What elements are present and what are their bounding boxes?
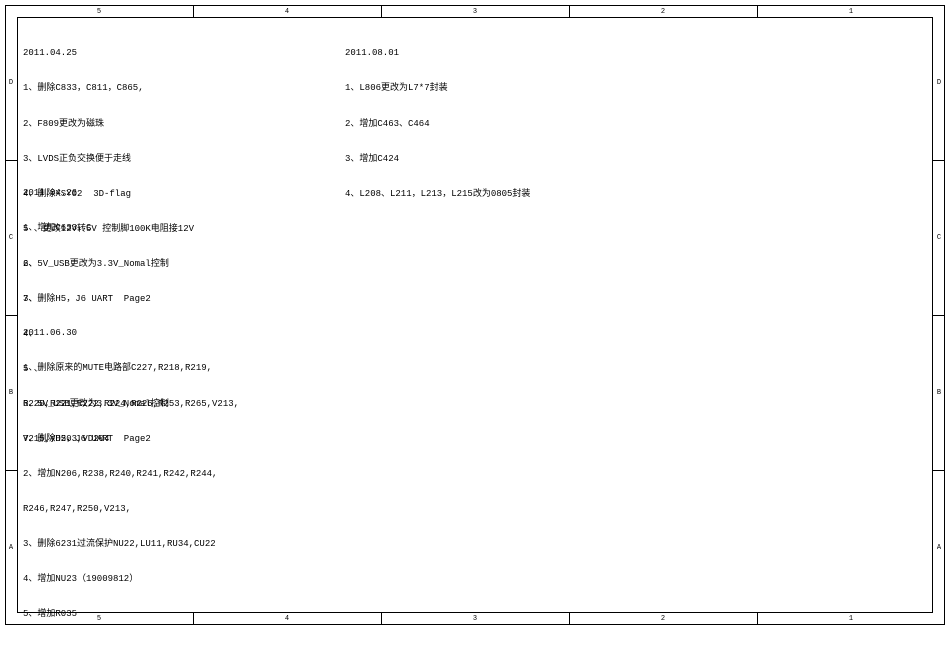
ruler-col-4-bot: 4 xyxy=(277,615,297,623)
rev1-item: 1、删除C833，C811，C865, xyxy=(23,83,194,95)
revision-block-4: 2011.08.01 1、L806更改为L7*7封装 2、增加C463、C464… xyxy=(345,25,530,224)
schematic-sheet: 5 4 3 2 1 5 4 3 2 1 D C B A D C B A 2011… xyxy=(5,5,945,625)
rev1-item: 2、F809更改为磁珠 xyxy=(23,119,194,131)
rev2-item: 2、 xyxy=(23,259,169,271)
rev3-item: 5、增加R035 xyxy=(23,609,239,621)
rev1-date: 2011.04.25 xyxy=(23,48,194,60)
ruler-row-d-right: D xyxy=(933,79,945,89)
rev4-item: 4、L208、L211，L213，L215改为0805封装 xyxy=(345,189,530,201)
rev3-date: 2011.06.30 xyxy=(23,328,239,340)
rev2-item: 1、增加C633，C xyxy=(23,223,169,235)
ruler-row-c-left: C xyxy=(5,234,17,244)
rev4-item: 3、增加C424 xyxy=(345,154,530,166)
rev4-date: 2011.08.01 xyxy=(345,48,530,60)
rev1-item: 3、LVDS正负交换便于走线 xyxy=(23,154,194,166)
ruler-col-3-top: 3 xyxy=(465,8,485,16)
rev3-item: R246,R247,R250,V213, xyxy=(23,504,239,516)
ruler-row-a-left: A xyxy=(5,544,17,554)
ruler-col-2-top: 2 xyxy=(653,8,673,16)
rev2-item: 3、 xyxy=(23,294,169,306)
ruler-col-4-top: 4 xyxy=(277,8,297,16)
rev3-item: 1、删除原来的MUTE电路部C227,R218,R219, xyxy=(23,363,239,375)
rev4-item: 1、L806更改为L7*7封装 xyxy=(345,83,530,95)
rev3-item: V215,VD203,VD204 xyxy=(23,434,239,446)
ruler-col-3-bot: 3 xyxy=(465,615,485,623)
ruler-row-d-left: D xyxy=(5,79,17,89)
rev2-date: 2011.04.26 xyxy=(23,188,169,200)
ruler-col-5-top: 5 xyxy=(89,8,109,16)
rev3-item: R220,R221,R222,R224,R226,R253,R265,V213, xyxy=(23,399,239,411)
ruler-row-b-left: B xyxy=(5,389,17,399)
ruler-row-b-right: B xyxy=(933,389,945,399)
rev3-item: 3、删除6231过流保护NU22,LU11,RU34,CU22 xyxy=(23,539,239,551)
rev3-item: 2、增加N206,R238,R240,R241,R242,R244, xyxy=(23,469,239,481)
ruler-row-a-right: A xyxy=(933,544,945,554)
ruler-row-c-right: C xyxy=(933,234,945,244)
rev4-item: 2、增加C463、C464 xyxy=(345,119,530,131)
revision-block-3: 2011.06.30 1、删除原来的MUTE电路部C227,R218,R219,… xyxy=(23,305,239,644)
rev3-item: 4、增加NU23（19009812） xyxy=(23,574,239,586)
ruler-col-2-bot: 2 xyxy=(653,615,673,623)
ruler-col-1-top: 1 xyxy=(841,8,861,16)
ruler-col-1-bot: 1 xyxy=(841,615,861,623)
